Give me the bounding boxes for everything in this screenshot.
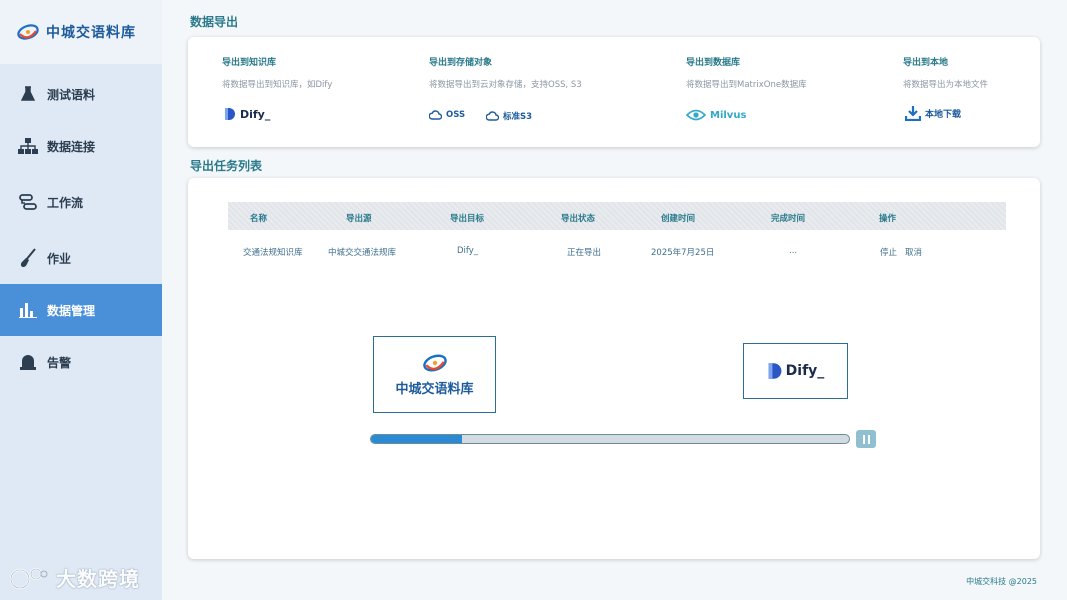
sidebar-item-data-connection[interactable]: 数据连接 bbox=[0, 120, 162, 172]
flask-icon bbox=[18, 84, 38, 104]
brand[interactable]: 中城交语料库 bbox=[0, 0, 162, 64]
source-label: 中城交语料库 bbox=[395, 382, 474, 397]
watermark-logo-icon bbox=[9, 567, 48, 589]
sidebar-item-label: 数据管理 bbox=[47, 303, 96, 318]
network-icon bbox=[18, 136, 38, 156]
export-local: 导出到本地 将数据导出为本地文件 bbox=[903, 55, 988, 90]
cell-created: 2025年7月25日 bbox=[651, 248, 715, 258]
target-label: Dify_ bbox=[785, 363, 825, 379]
sidebar-item-label: 数据连接 bbox=[47, 139, 96, 154]
tasks-section-title: 导出任务列表 bbox=[190, 159, 263, 173]
column-header: 创建时间 bbox=[661, 214, 696, 224]
export-local-download-button[interactable]: 本地下载 bbox=[905, 105, 961, 121]
export-db-desc: 将数据导出到MatrixOne数据库 bbox=[686, 80, 807, 90]
sidebar-item-label: 测试语料 bbox=[47, 87, 96, 102]
export-local-desc: 将数据导出为本地文件 bbox=[903, 80, 989, 90]
column-header: 操作 bbox=[879, 214, 897, 224]
cell-target: Dify_ bbox=[457, 246, 479, 256]
export-kb: 导出到知识库 将数据导出到知识库，如Dify bbox=[222, 55, 332, 90]
bar-chart-icon bbox=[18, 300, 38, 320]
export-s3-button[interactable]: 标准S3 bbox=[486, 110, 532, 122]
target-box: Dify_ bbox=[743, 343, 848, 399]
export-local-title: 导出到本地 bbox=[903, 58, 949, 68]
sidebar-item-job[interactable]: 作业 bbox=[0, 232, 162, 284]
tasks-card: 名称 导出源 导出目标 导出状态 创建时间 完成时间 操作 交通法规知识库 中城… bbox=[188, 178, 1040, 559]
cell-status: 正在导出 bbox=[567, 248, 602, 258]
cancel-button[interactable]: 取消 bbox=[905, 246, 922, 258]
export-dify-button[interactable]: Dify_ bbox=[224, 107, 270, 121]
pause-icon bbox=[862, 434, 865, 444]
export-db-title: 导出到数据库 bbox=[686, 58, 741, 68]
export-storage-title: 导出到存储对象 bbox=[429, 58, 493, 68]
sidebar-item-label: 告警 bbox=[47, 355, 72, 370]
tasks-table-header: 名称 导出源 导出目标 导出状态 创建时间 完成时间 操作 bbox=[228, 202, 1006, 230]
shovel-icon bbox=[18, 248, 38, 268]
export-storage: 导出到存储对象 将数据导出到云对象存储，支持OSS, S3 bbox=[429, 55, 582, 90]
pause-button[interactable] bbox=[856, 430, 876, 448]
export-oss-button[interactable]: OSS bbox=[429, 110, 465, 120]
sidebar-nav: 测试语料 数据连接 工作流 作业 数据管理 告警 bbox=[0, 68, 162, 388]
sidebar-item-workflow[interactable]: 工作流 bbox=[0, 176, 162, 228]
watermark-text: 大数跨境 bbox=[56, 567, 140, 591]
column-header: 导出状态 bbox=[561, 214, 596, 224]
column-header: 完成时间 bbox=[771, 214, 806, 224]
sidebar-item-test-corpus[interactable]: 测试语料 bbox=[0, 68, 162, 120]
sidebar-item-data-management[interactable]: 数据管理 bbox=[0, 284, 162, 336]
cell-source: 中城交交通法规库 bbox=[328, 248, 397, 258]
export-progress-fill bbox=[371, 435, 462, 443]
column-header: 导出目标 bbox=[450, 214, 485, 224]
brand-logo-icon bbox=[17, 24, 39, 40]
watermark: 大数跨境 bbox=[8, 563, 140, 592]
dify-logo-icon bbox=[768, 363, 782, 379]
export-milvus-button[interactable]: Milvus bbox=[686, 109, 746, 121]
export-card: 导出到知识库 将数据导出到知识库，如Dify Dify_ 导出到存储对象 将数据… bbox=[188, 37, 1040, 147]
stop-button[interactable]: 停止 bbox=[880, 246, 897, 258]
source-box: 中城交语料库 bbox=[373, 336, 496, 413]
sidebar: 中城交语料库 测试语料 数据连接 工作流 作业 数据管理 告警 大数跨境 bbox=[0, 0, 162, 600]
cloud-icon bbox=[486, 111, 499, 121]
dify-logo-icon bbox=[225, 108, 235, 120]
footer-text: 中城交科技 @2025 bbox=[966, 577, 1037, 586]
export-section-title: 数据导出 bbox=[190, 15, 239, 29]
brand-logo-icon bbox=[422, 354, 447, 372]
column-header: 导出源 bbox=[346, 214, 372, 224]
export-progress-bar bbox=[370, 434, 850, 444]
export-kb-desc: 将数据导出到知识库，如Dify bbox=[222, 80, 333, 90]
milvus-eye-icon bbox=[686, 109, 706, 121]
export-kb-title: 导出到知识库 bbox=[222, 58, 277, 68]
cell-name: 交通法规知识库 bbox=[243, 248, 303, 258]
brand-name: 中城交语料库 bbox=[46, 25, 136, 41]
cloud-icon bbox=[429, 110, 442, 120]
column-header: 名称 bbox=[250, 214, 268, 224]
sidebar-item-label: 工作流 bbox=[47, 195, 84, 210]
download-icon bbox=[905, 106, 921, 121]
export-storage-desc: 将数据导出到云对象存储，支持OSS, S3 bbox=[429, 80, 582, 90]
export-db: 导出到数据库 将数据导出到MatrixOne数据库 bbox=[686, 55, 807, 90]
cell-finished: ... bbox=[789, 246, 798, 256]
alarm-icon bbox=[18, 352, 38, 372]
workflow-icon bbox=[18, 192, 38, 212]
sidebar-item-alarm[interactable]: 告警 bbox=[0, 336, 162, 388]
sidebar-item-label: 作业 bbox=[47, 251, 72, 266]
